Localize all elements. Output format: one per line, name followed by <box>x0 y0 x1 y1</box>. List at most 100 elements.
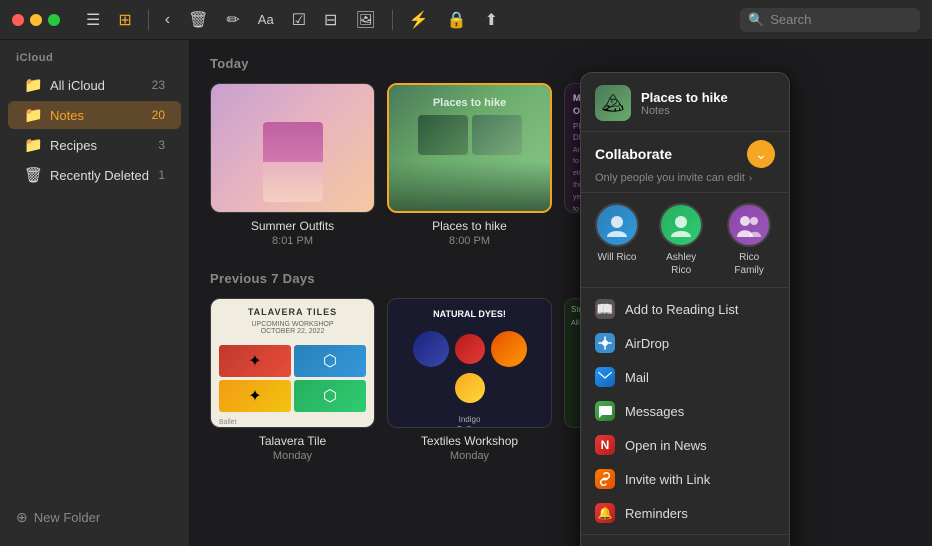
previous-7days-title: Previous 7 Days <box>210 271 912 286</box>
participants-section: Will Rico Ashley Rico Rico Family <box>581 193 789 288</box>
toolbar-separator-2 <box>392 10 393 30</box>
participant-ashley-avatar <box>659 203 703 247</box>
media-button[interactable]: 🖼 <box>349 6 381 34</box>
search-input[interactable] <box>770 12 912 27</box>
menu-item-reminders[interactable]: 🔔 Reminders <box>581 496 789 530</box>
lock-button[interactable]: 🔒 <box>441 6 473 34</box>
sidebar-item-label: All iCloud <box>50 78 144 93</box>
note-thumbnail-places: Places to hike <box>387 83 552 213</box>
share-button[interactable]: ⬆ <box>479 6 504 34</box>
context-menu: 🏔 Places to hike Notes Collaborate ⌄ Onl… <box>580 72 790 546</box>
collaborate-section: Collaborate ⌄ Only people you invite can… <box>581 132 789 193</box>
note-card-textiles[interactable]: NATURAL DYES! IndigoSaffron Textiles Wor… <box>387 298 552 462</box>
collaborate-toggle-button[interactable]: ⌄ <box>747 140 775 168</box>
recipes-folder-icon: 📁 <box>24 136 42 154</box>
toolbar-separator <box>148 10 149 30</box>
participant-family-avatar <box>727 203 771 247</box>
news-icon: N <box>595 435 615 455</box>
participant-will-avatar <box>595 203 639 247</box>
compose-button[interactable]: ✏ <box>220 6 245 34</box>
new-folder-button[interactable]: ⊕ New Folder <box>0 501 189 534</box>
checklist-button[interactable]: ☑ <box>286 6 312 34</box>
menu-item-add-reading-list[interactable]: 📖 Add to Reading List <box>581 292 789 326</box>
participant-will-rico[interactable]: Will Rico <box>595 203 639 277</box>
places-image: Places to hike <box>389 85 550 211</box>
reading-list-icon: 📖 <box>595 299 615 319</box>
airdrop-icon <box>595 333 615 353</box>
note-thumbnail-summer <box>210 83 375 213</box>
messages-icon <box>595 401 615 421</box>
share-menu-items: 📖 Add to Reading List AirDrop Mail <box>581 288 789 535</box>
today-section-title: Today <box>210 56 912 71</box>
sidebar-item-all-icloud[interactable]: 📁 All iCloud 23 <box>8 71 181 99</box>
sidebar-item-recently-deleted-count: 1 <box>158 168 165 182</box>
sidebar-item-recently-deleted[interactable]: 🗑 Recently Deleted 1 <box>8 161 181 189</box>
menu-item-invite-with-link[interactable]: Invite with Link <box>581 462 789 496</box>
titlebar: ☰ ⊞ ‹ 🗑 ✏ Aa ☑ ⊟ 🖼 ⚡ 🔒 ⬆ 🔍 <box>0 0 932 40</box>
context-menu-note-subtitle: Notes <box>641 105 728 117</box>
menu-item-airdrop-label: AirDrop <box>625 336 669 351</box>
context-menu-note-header: 🏔 Places to hike Notes <box>581 73 789 132</box>
context-menu-note-title: Places to hike <box>641 90 728 105</box>
collaborate-label: Collaborate <box>595 146 672 162</box>
note-card-talavera[interactable]: TALAVERA TILES UPCOMING WORKSHOPOCTOBER … <box>210 298 375 462</box>
participant-rico-family[interactable]: Rico Family <box>723 203 775 277</box>
sidebar-item-notes[interactable]: 📁 Notes 20 <box>8 101 181 129</box>
content-area: Today Summer Outfits 8:0 <box>190 40 932 546</box>
menu-item-copy-link[interactable]: Copy Link <box>581 539 789 546</box>
collaborate-arrow-icon: › <box>749 173 752 184</box>
menu-item-messages[interactable]: Messages <box>581 394 789 428</box>
search-bar[interactable]: 🔍 <box>740 8 920 32</box>
table-button[interactable]: ⊟ <box>318 6 343 34</box>
collaborate-sublabel: Only people you invite can edit › <box>595 172 775 184</box>
maximize-button[interactable] <box>48 14 60 26</box>
sidebar-item-notes-count: 20 <box>152 108 165 122</box>
sidebar-item-recipes[interactable]: 📁 Recipes 3 <box>8 131 181 159</box>
note-title-textiles: Textiles Workshop <box>387 434 552 448</box>
note-time-places: 8:00 PM <box>387 235 552 247</box>
new-folder-label: New Folder <box>34 510 100 525</box>
note-card-summer-outfits[interactable]: Summer Outfits 8:01 PM <box>210 83 375 247</box>
minimize-button[interactable] <box>30 14 42 26</box>
sidebar-item-notes-label: Notes <box>50 108 144 123</box>
note-time-talavera: Monday <box>210 450 375 462</box>
today-notes-grid: Summer Outfits 8:01 PM Places to hike <box>210 83 912 247</box>
folder-icon: 📁 <box>24 76 42 94</box>
participant-will-name: Will Rico <box>598 251 637 264</box>
context-menu-note-icon: 🏔 <box>595 85 631 121</box>
format-button[interactable]: Aa <box>252 8 280 31</box>
mail-icon <box>595 367 615 387</box>
menu-item-news-label: Open in News <box>625 438 707 453</box>
note-title-places: Places to hike <box>387 219 552 233</box>
main-layout: iCloud 📁 All iCloud 23 📁 Notes 20 📁 Reci… <box>0 40 932 546</box>
list-view-button[interactable]: ☰ <box>80 6 106 34</box>
delete-button[interactable]: 🗑 <box>182 6 214 34</box>
collaborate-sublabel-text: Only people you invite can edit <box>595 172 745 184</box>
textiles-image: NATURAL DYES! IndigoSaffron <box>388 299 551 427</box>
note-card-places-to-hike[interactable]: Places to hike Places to hike 8:00 PM <box>387 83 552 247</box>
menu-footer: Copy Link Edit Extensions... <box>581 535 789 546</box>
collaborate-toolbar-button[interactable]: ⚡ <box>403 6 435 34</box>
sidebar-item-recipes-count: 3 <box>158 138 165 152</box>
close-button[interactable] <box>12 14 24 26</box>
previous-notes-grid: TALAVERA TILES UPCOMING WORKSHOPOCTOBER … <box>210 298 912 462</box>
menu-item-mail[interactable]: Mail <box>581 360 789 394</box>
toolbar: ☰ ⊞ ‹ 🗑 ✏ Aa ☑ ⊟ 🖼 ⚡ 🔒 ⬆ 🔍 <box>80 6 920 34</box>
participant-family-name: Rico Family <box>723 251 775 277</box>
collaborate-row: Collaborate ⌄ <box>595 140 775 168</box>
reminders-icon: 🔔 <box>595 503 615 523</box>
note-thumbnail-textiles: NATURAL DYES! IndigoSaffron <box>387 298 552 428</box>
menu-item-airdrop[interactable]: AirDrop <box>581 326 789 360</box>
menu-item-reminders-label: Reminders <box>625 506 688 521</box>
back-button[interactable]: ‹ <box>159 7 176 33</box>
menu-item-open-in-news[interactable]: N Open in News <box>581 428 789 462</box>
summer-outfits-image <box>211 84 374 212</box>
search-icon: 🔍 <box>748 12 764 28</box>
content-scroll: Today Summer Outfits 8:0 <box>190 40 932 546</box>
grid-view-button[interactable]: ⊞ <box>112 6 137 34</box>
trash-icon: 🗑 <box>24 166 42 184</box>
menu-item-messages-label: Messages <box>625 404 684 419</box>
participant-ashley-rico[interactable]: Ashley Rico <box>655 203 707 277</box>
notes-folder-icon: 📁 <box>24 106 42 124</box>
context-menu-note-info: Places to hike Notes <box>641 90 728 117</box>
